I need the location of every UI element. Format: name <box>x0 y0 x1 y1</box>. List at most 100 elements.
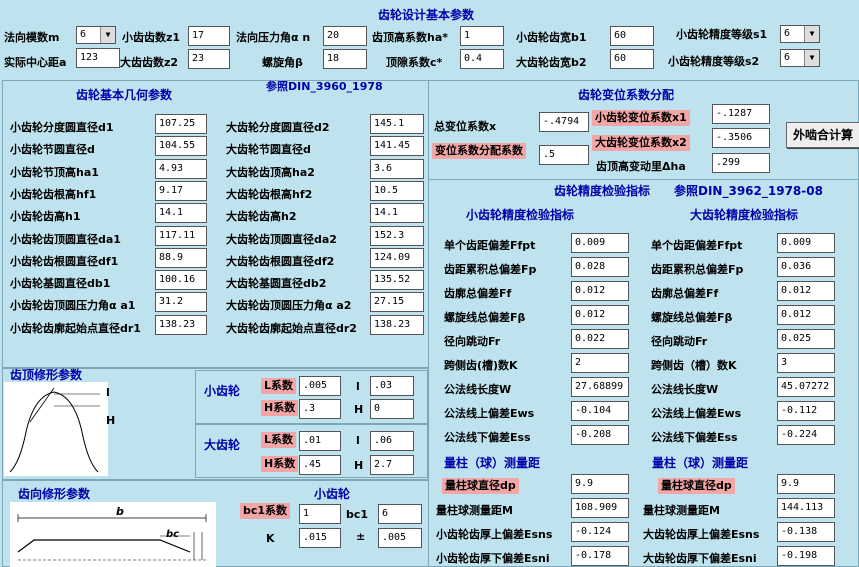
field-input[interactable]: 100.16 <box>155 270 207 291</box>
field-input[interactable]: 108.909 <box>571 498 629 518</box>
total-shift-input[interactable]: -.4794 <box>539 112 589 132</box>
field-label: 径向跳动Fr <box>651 335 708 348</box>
field-label: 量柱球测量距M <box>436 504 513 517</box>
field-input[interactable]: 3.6 <box>370 158 424 179</box>
x1-input[interactable]: -.1287 <box>712 104 770 124</box>
field-label: 小齿轮齿根圆直径df1 <box>10 254 119 268</box>
chevron-down-icon[interactable]: ▼ <box>804 26 819 42</box>
field-input[interactable]: -0.198 <box>777 546 835 566</box>
field-input[interactable]: 3 <box>777 353 835 373</box>
field-input[interactable]: 88.9 <box>155 247 207 268</box>
field-input[interactable]: 124.09 <box>370 247 424 268</box>
field-input[interactable]: 0.022 <box>571 329 629 349</box>
field-label: 公法线下偏差Ess <box>651 431 738 444</box>
field-input[interactable]: -0.224 <box>777 425 835 445</box>
small-H-input[interactable]: 0 <box>370 399 414 419</box>
large-H-input[interactable]: 2.7 <box>370 455 414 475</box>
s2-select[interactable]: 6 ▼ <box>780 49 820 67</box>
z1-input[interactable]: 17 <box>188 26 230 46</box>
external-mesh-calc-button[interactable]: 外啮合计算 <box>786 122 859 148</box>
small-H-coef-input[interactable]: .3 <box>299 399 341 419</box>
center-distance-label: 实际中心距a <box>4 56 67 69</box>
helix-angle-input[interactable]: 18 <box>323 49 367 69</box>
field-input[interactable]: 4.93 <box>155 158 207 179</box>
b1-input[interactable]: 60 <box>610 26 654 46</box>
pm-input[interactable]: .005 <box>378 528 422 548</box>
field-label: 量柱球直径dp <box>658 478 735 494</box>
small-L-coef-input[interactable]: .005 <box>299 376 341 396</box>
field-input[interactable]: 0.012 <box>777 281 835 301</box>
field-input[interactable]: -0.178 <box>571 546 629 566</box>
field-input[interactable]: 117.11 <box>155 225 207 246</box>
x2-input[interactable]: -.3506 <box>712 128 770 148</box>
field-input[interactable]: 0.025 <box>777 329 835 349</box>
field-input[interactable]: 45.07272 <box>777 377 835 397</box>
field-input[interactable]: 104.55 <box>155 136 207 157</box>
chevron-down-icon[interactable]: ▼ <box>804 50 819 66</box>
k-input[interactable]: .015 <box>299 528 341 548</box>
field-label: 大齿轮齿高h2 <box>226 210 297 224</box>
field-input[interactable]: 144.113 <box>777 498 835 518</box>
addendum-coef-input[interactable]: 1 <box>460 26 504 46</box>
field-input[interactable]: 9.9 <box>571 474 629 494</box>
small-H-coef-label: H系数 <box>261 400 299 416</box>
field-input[interactable]: 135.52 <box>370 270 424 291</box>
center-distance-input[interactable]: 123 <box>76 48 120 68</box>
pm-label: ± <box>356 530 366 543</box>
module-select[interactable]: 6 ▼ <box>76 26 116 44</box>
b2-input[interactable]: 60 <box>610 49 654 69</box>
field-label: 大齿轮齿厚上偏差Esns <box>643 528 760 541</box>
bc1-coef-input[interactable]: 1 <box>299 504 341 524</box>
field-input[interactable]: 27.15 <box>370 292 424 313</box>
bc1-input[interactable]: 6 <box>378 504 422 524</box>
large-L-coef-input[interactable]: .01 <box>299 431 341 451</box>
field-input[interactable]: -0.124 <box>571 522 629 542</box>
field-input[interactable]: -0.138 <box>777 522 835 542</box>
field-input[interactable]: 0.009 <box>777 233 835 253</box>
field-input[interactable]: 14.1 <box>370 203 424 224</box>
s1-select[interactable]: 6 ▼ <box>780 25 820 43</box>
field-input[interactable]: 0.012 <box>777 305 835 325</box>
geometry-ref: 参照DIN_3960_1978 <box>266 80 383 93</box>
field-input[interactable]: 0.012 <box>571 305 629 325</box>
field-label: 公法线长度W <box>651 383 719 396</box>
field-input[interactable]: -0.104 <box>571 401 629 421</box>
field-input[interactable]: -0.112 <box>777 401 835 421</box>
tip-fig-l: l <box>106 386 110 399</box>
field-input[interactable]: 9.9 <box>777 474 835 494</box>
field-input[interactable]: 107.25 <box>155 114 207 134</box>
field-input[interactable]: 152.3 <box>370 225 424 246</box>
field-input[interactable]: 2 <box>571 353 629 373</box>
bc1-coef-label: bc1系数 <box>240 503 291 519</box>
field-input[interactable]: -0.208 <box>571 425 629 445</box>
bc1-label: bc1 <box>346 508 369 521</box>
field-input[interactable]: 27.68899 <box>571 377 629 397</box>
field-input[interactable]: 14.1 <box>155 203 207 224</box>
pressure-angle-input[interactable]: 20 <box>323 26 367 46</box>
field-input[interactable]: 31.2 <box>155 292 207 313</box>
field-input[interactable]: 10.5 <box>370 180 424 201</box>
lead-profile-diagram <box>10 502 216 567</box>
field-label: 小齿轮齿高h1 <box>10 210 81 224</box>
field-input[interactable]: 0.036 <box>777 257 835 277</box>
z2-input[interactable]: 23 <box>188 49 230 69</box>
large-l-input[interactable]: .06 <box>370 431 414 451</box>
field-input[interactable]: 9.17 <box>155 180 207 201</box>
shift-dist-input[interactable]: .5 <box>539 145 589 165</box>
field-input[interactable]: 141.45 <box>370 136 424 157</box>
total-shift-label: 总变位系数x <box>434 120 497 133</box>
field-input[interactable]: 0.012 <box>571 281 629 301</box>
chevron-down-icon[interactable]: ▼ <box>100 27 115 43</box>
field-input[interactable]: 0.009 <box>571 233 629 253</box>
field-input[interactable]: 138.23 <box>155 314 207 335</box>
dha-input[interactable]: .299 <box>712 153 770 173</box>
field-input[interactable]: 145.1 <box>370 114 424 134</box>
field-label: 大齿轮基圆直径db2 <box>226 277 327 291</box>
field-label: 齿廓总偏差Ff <box>444 287 512 300</box>
large-H-coef-input[interactable]: .45 <box>299 455 341 475</box>
field-label: 齿廓总偏差Ff <box>651 287 719 300</box>
field-input[interactable]: 0.028 <box>571 257 629 277</box>
clearance-coef-input[interactable]: 0.4 <box>460 49 504 69</box>
field-input[interactable]: 138.23 <box>370 314 424 335</box>
small-l-input[interactable]: .03 <box>370 376 414 396</box>
